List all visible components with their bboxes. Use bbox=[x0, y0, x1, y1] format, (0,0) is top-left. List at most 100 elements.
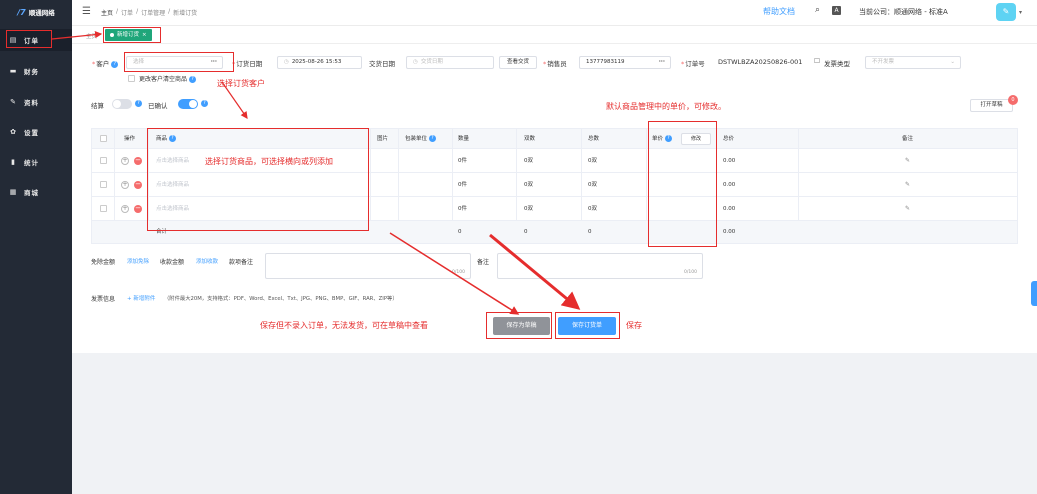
th-amount: 总价 bbox=[723, 136, 735, 142]
delete-row-icon[interactable]: − bbox=[134, 157, 142, 165]
sidebar-item-shop[interactable]: ▦ 商城 bbox=[0, 181, 72, 203]
edit-icon: ✎ bbox=[10, 98, 17, 106]
add-collect-link[interactable]: 添加收款 bbox=[196, 257, 218, 265]
breadcrumb-item[interactable]: 订单 bbox=[121, 8, 133, 17]
menu-toggle-icon[interactable]: ☰ bbox=[82, 6, 91, 17]
help-docs-link[interactable]: 帮助文档 bbox=[763, 6, 795, 17]
clear-goods-label: 更改客户清空商品 ? bbox=[139, 74, 196, 83]
edit-remark-icon[interactable]: ✎ bbox=[905, 157, 910, 164]
confirmed-switch[interactable] bbox=[178, 99, 198, 109]
qty-cell[interactable]: 0件 bbox=[458, 149, 467, 173]
tab-home[interactable]: 主页 bbox=[86, 32, 97, 40]
pairs-cell: 0双 bbox=[524, 158, 533, 164]
chevron-down-icon[interactable]: ▾ bbox=[1019, 9, 1022, 16]
salesman-select[interactable]: 13777983119 ··· bbox=[579, 56, 671, 69]
sidebar-item-label: 资料 bbox=[24, 99, 39, 107]
edit-remark-icon[interactable]: ✎ bbox=[905, 181, 910, 188]
side-panel-tab[interactable] bbox=[1031, 281, 1037, 306]
current-company[interactable]: 当前公司：顺通网络 - 标准A bbox=[859, 7, 948, 17]
row-checkbox[interactable] bbox=[100, 181, 107, 188]
payment-note-textarea[interactable]: 0/100 bbox=[265, 253, 471, 279]
summary-total: 0 bbox=[588, 229, 592, 235]
annotation-save-note: 保存 bbox=[626, 321, 642, 330]
more-icon: ··· bbox=[658, 59, 665, 65]
qty-cell[interactable]: 0件 bbox=[458, 197, 467, 221]
annotation-draft-note: 保存但不录入订单，无法发货，可在草稿中查看 bbox=[260, 321, 428, 330]
wallet-icon: ▬ bbox=[9, 67, 18, 75]
logo[interactable]: /7 顺通网络 bbox=[0, 0, 72, 24]
summary-qty: 0 bbox=[458, 229, 462, 235]
th-image: 图片 bbox=[377, 136, 389, 142]
order-no-label: *订单号 bbox=[681, 60, 705, 68]
add-attachment-link[interactable]: + 新增附件 bbox=[127, 294, 155, 302]
th-qty: 数量 bbox=[458, 136, 470, 142]
sidebar-item-finance[interactable]: ▬ 财务 bbox=[0, 60, 72, 82]
add-row-icon[interactable]: + bbox=[121, 157, 129, 165]
invoice-info-label: 发票信息 bbox=[91, 296, 116, 303]
note-textarea[interactable]: 0/100 bbox=[497, 253, 703, 279]
settle-switch[interactable] bbox=[112, 99, 132, 109]
amount-cell: 0.00 bbox=[723, 158, 736, 164]
edit-order-no-icon[interactable]: ☐ bbox=[814, 57, 820, 65]
font-size-icon[interactable]: A bbox=[832, 6, 841, 15]
add-discount-link[interactable]: 添加免除 bbox=[127, 257, 149, 265]
total-cell: 0双 bbox=[588, 182, 597, 188]
sidebar-item-label: 统计 bbox=[24, 159, 39, 167]
help-icon: ? bbox=[135, 100, 142, 107]
clear-goods-checkbox[interactable] bbox=[128, 75, 135, 82]
annotation-box bbox=[124, 52, 234, 72]
logo-icon: /7 bbox=[17, 7, 26, 17]
sidebar-item-stats[interactable]: ▮ 统计 bbox=[0, 151, 72, 173]
annotation-box bbox=[486, 312, 552, 339]
delivery-date-input[interactable]: ◷ 交货日期 bbox=[406, 56, 494, 69]
draft-count-badge: 0 bbox=[1008, 95, 1018, 105]
delivery-date-label: 交货日期 bbox=[369, 60, 395, 68]
sidebar-item-data[interactable]: ✎ 资料 bbox=[0, 91, 72, 113]
sidebar-item-label: 设置 bbox=[24, 129, 39, 137]
note-label: 备注 bbox=[477, 259, 490, 266]
pairs-cell: 0双 bbox=[524, 182, 533, 188]
select-all-checkbox[interactable] bbox=[100, 135, 107, 142]
calendar-icon: ◷ bbox=[413, 59, 418, 65]
shop-icon: ▦ bbox=[9, 188, 18, 196]
help-icon: ? bbox=[188, 76, 196, 83]
delete-row-icon[interactable]: − bbox=[134, 181, 142, 189]
add-row-icon[interactable]: + bbox=[121, 205, 129, 213]
row-checkbox[interactable] bbox=[100, 157, 107, 164]
delete-row-icon[interactable]: − bbox=[134, 205, 142, 213]
breadcrumb-item[interactable]: 订单管理 bbox=[141, 8, 165, 17]
order-no-value: DSTWLBZA20250826-001 bbox=[718, 58, 803, 66]
annotation-box bbox=[147, 128, 369, 231]
check-delivery-button[interactable]: 查看交货 bbox=[499, 56, 537, 69]
edit-remark-icon[interactable]: ✎ bbox=[905, 205, 910, 212]
breadcrumb: 主页 / 订单 / 订单管理 / 新增订货 bbox=[101, 8, 198, 17]
annotation-box bbox=[103, 27, 161, 43]
th-pairs: 双数 bbox=[524, 136, 536, 142]
th-remark: 备注 bbox=[902, 136, 914, 142]
breadcrumb-item: 新增订货 bbox=[173, 10, 198, 17]
annotation-box bbox=[648, 121, 717, 247]
tabs-bar: 主页 新增订货 × bbox=[72, 26, 1037, 44]
order-date-input[interactable]: ◷ 2025-08-26 15:53 bbox=[277, 56, 362, 69]
payment-note-label: 款项备注 bbox=[229, 259, 254, 266]
open-draft-button[interactable]: 打开草稿 bbox=[970, 99, 1013, 112]
th-pack-unit: 包装单位 ? bbox=[405, 129, 436, 149]
th-total: 总数 bbox=[588, 136, 600, 142]
invoice-type-select[interactable]: 不开发票 ⌄ bbox=[865, 56, 961, 69]
customer-label: *客户 ? bbox=[92, 58, 119, 68]
sidebar-item-settings[interactable]: ✿ 设置 bbox=[0, 121, 72, 143]
logo-text: 顺通网络 bbox=[28, 9, 55, 17]
invoice-type-label: 发票类型 bbox=[824, 60, 850, 68]
row-checkbox[interactable] bbox=[100, 205, 107, 212]
help-icon: ? bbox=[201, 100, 208, 107]
add-row-icon[interactable]: + bbox=[121, 181, 129, 189]
search-icon[interactable]: ⌕ bbox=[815, 5, 820, 15]
breadcrumb-item[interactable]: 主页 bbox=[101, 8, 113, 17]
sidebar-item-label: 财务 bbox=[24, 68, 39, 76]
qty-cell[interactable]: 0件 bbox=[458, 173, 467, 197]
char-counter: 0/100 bbox=[684, 270, 697, 275]
avatar[interactable]: ✎ bbox=[996, 3, 1016, 21]
annotation-default-price: 默认商品管理中的单价，可修改。 bbox=[606, 102, 726, 111]
total-cell: 0双 bbox=[588, 158, 597, 164]
th-op: 操作 bbox=[124, 136, 136, 142]
